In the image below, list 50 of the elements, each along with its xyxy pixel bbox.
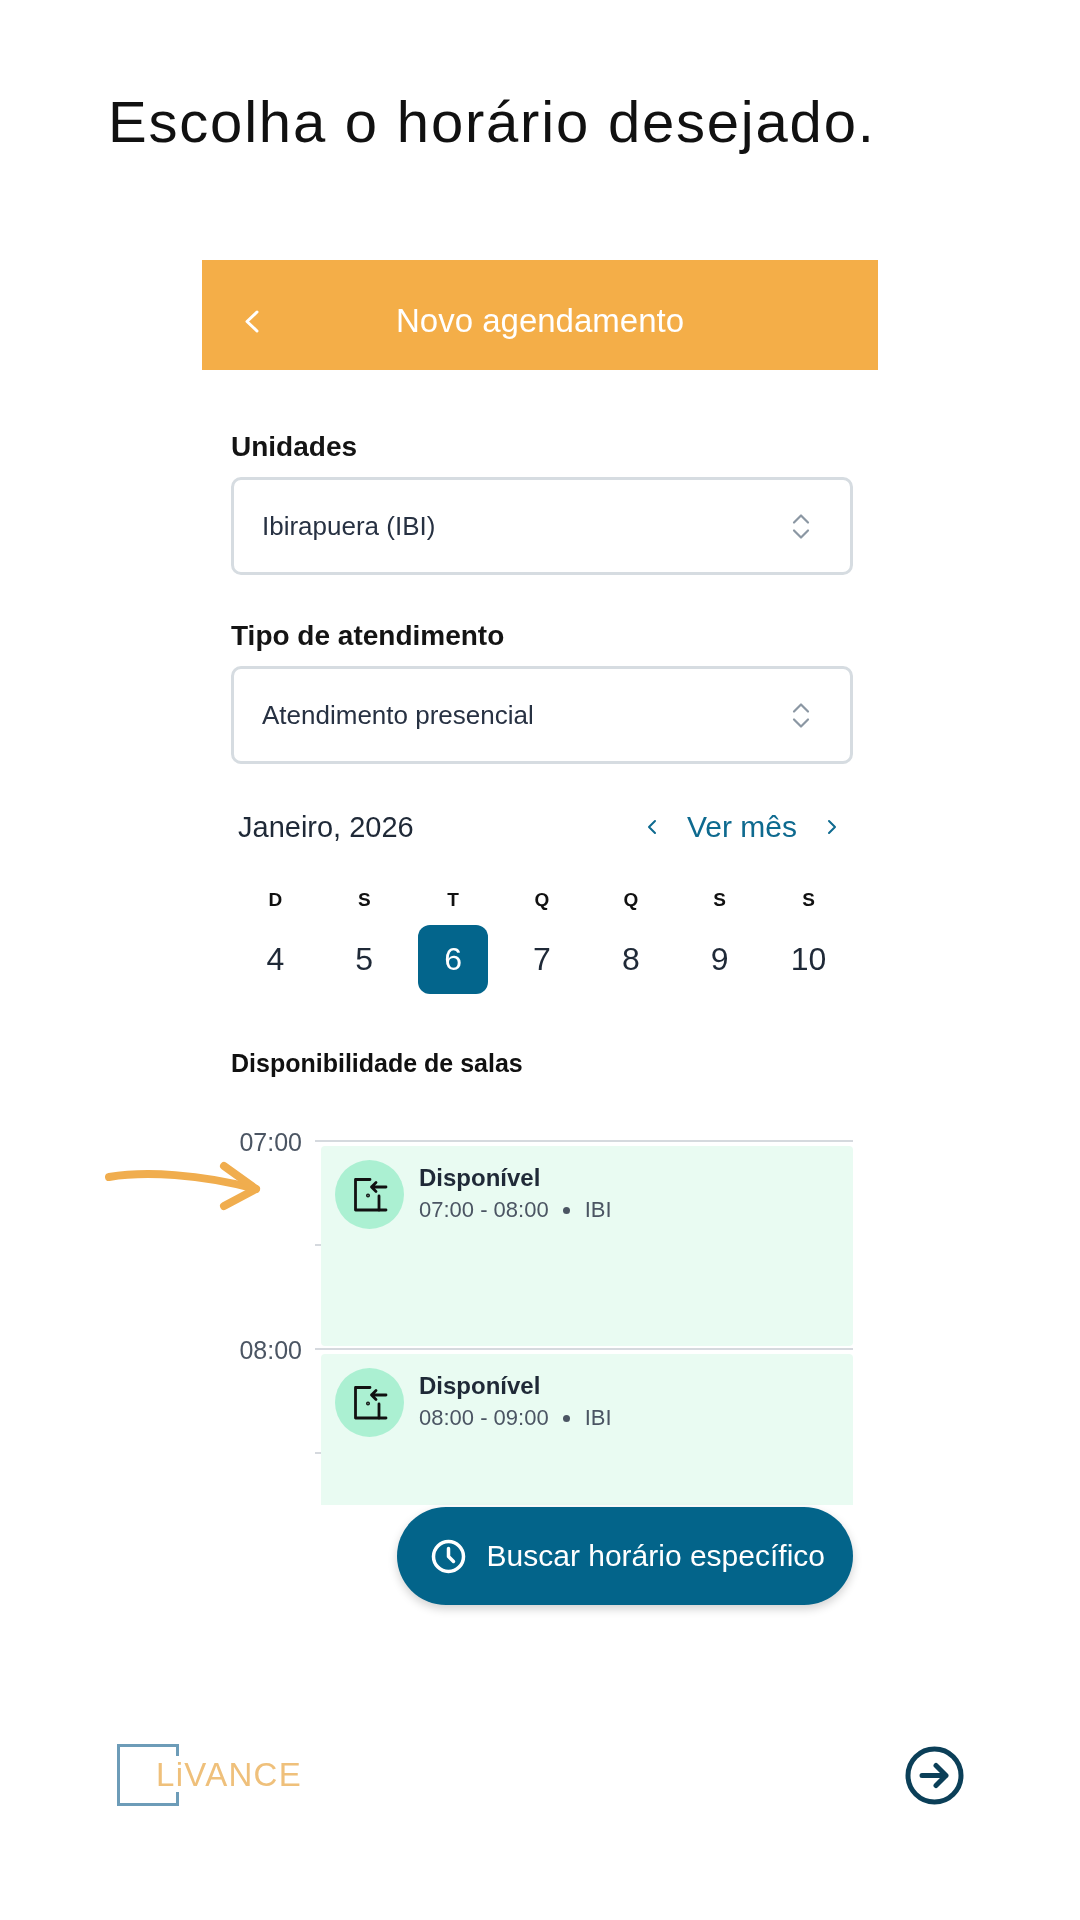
weekday-label: T (447, 889, 459, 911)
day-button[interactable]: 6 (418, 925, 489, 994)
slot-time: 08:00 - 09:00 (419, 1405, 549, 1431)
arrow-circle-right-icon (905, 1745, 964, 1805)
hour-label: 08:00 (239, 1335, 302, 1365)
day-button[interactable]: 10 (773, 925, 844, 994)
day-button[interactable]: 8 (595, 925, 666, 994)
month-label: Janeiro, 2026 (238, 810, 414, 844)
select-field[interactable]: Atendimento presencial (231, 666, 853, 764)
chevron-right-icon (827, 819, 837, 835)
door-enter-icon (335, 1368, 404, 1437)
slot-time: 07:00 - 08:00 (419, 1197, 549, 1223)
search-time-button[interactable]: Buscar horário específico (396, 1507, 853, 1605)
day-button[interactable]: 4 (240, 925, 311, 994)
next-button[interactable] (905, 1745, 964, 1805)
field-label: Unidades (231, 431, 358, 463)
previous-week-button[interactable] (646, 819, 657, 835)
slot-status: Disponível (419, 1372, 541, 1400)
weekday-label: Q (623, 889, 639, 911)
door-enter-icon (335, 1160, 404, 1229)
day-button[interactable]: 5 (329, 925, 400, 994)
slot-status: Disponível (419, 1164, 541, 1192)
view-month-link[interactable]: Ver mês (686, 810, 797, 844)
weekday-label: D (268, 889, 283, 911)
field-label: Tipo de atendimento (231, 620, 505, 652)
brand-logo: LiVANCE (117, 1744, 303, 1806)
bullet-icon (562, 1206, 570, 1214)
weekday-label: S (713, 889, 727, 911)
app-bar-title: Novo agendamento (395, 302, 684, 340)
day-button[interactable]: 9 (684, 925, 755, 994)
next-week-button[interactable] (827, 819, 837, 835)
weekday-label: S (357, 889, 371, 911)
slot-card[interactable]: Disponível 08:00 - 09:00 IBI (321, 1354, 853, 1505)
chevron-up-down-icon (792, 701, 810, 729)
select-field[interactable]: Ibirapuera (IBI) (231, 477, 853, 575)
slot-unit: IBI (584, 1405, 612, 1431)
chevron-left-icon (245, 309, 259, 333)
hour-label: 07:00 (239, 1127, 302, 1157)
weekday-label: Q (534, 889, 550, 911)
day-button[interactable]: 7 (507, 925, 577, 994)
chevron-up-down-icon (792, 512, 810, 540)
bullet-icon (562, 1414, 570, 1422)
slot-card[interactable]: Disponível 07:00 - 08:00 IBI (321, 1146, 853, 1346)
slot-unit: IBI (584, 1197, 612, 1223)
weekday-label: S (802, 889, 815, 911)
chevron-left-icon (646, 819, 657, 835)
page-heading: Escolha o horário desejado. (108, 89, 876, 154)
clock-icon (430, 1538, 466, 1574)
section-title: Disponibilidade de salas (231, 1048, 523, 1078)
hand-drawn-arrow-icon (105, 1160, 262, 1212)
